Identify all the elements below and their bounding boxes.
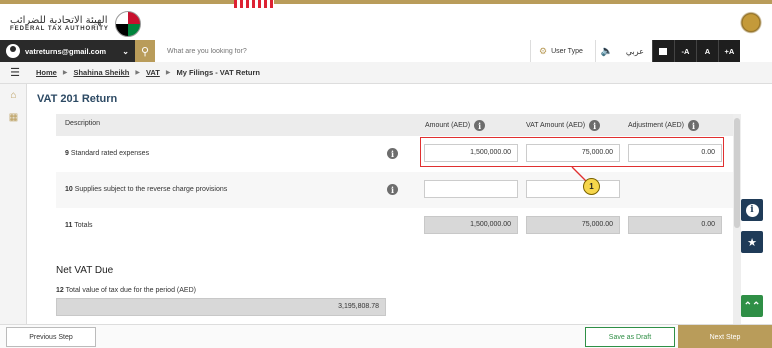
total-amount-field: 1,500,000.00 [424, 216, 518, 234]
highlight-box [420, 137, 724, 167]
double-chevron-up-icon: ⌃⌃ [743, 300, 761, 312]
save-as-draft-button[interactable]: Save as Draft [585, 327, 675, 347]
help-button[interactable]: i [741, 199, 763, 221]
logo-arabic-text: الهيئة الاتحادية للضرائب [10, 14, 108, 26]
header-adjustment: Adjustment (AED) [628, 122, 685, 129]
speaker-icon[interactable]: 🔈 [596, 40, 618, 62]
contrast-button[interactable] [651, 40, 674, 62]
info-icon[interactable]: i [589, 120, 601, 131]
table-row: 10 Supplies subject to the reverse charg… [56, 172, 734, 208]
font-normal-button[interactable]: A [695, 40, 718, 62]
user-type-selector[interactable]: ⚙ User Type [531, 40, 596, 62]
table-header: Description Amount (AED) i VAT Amount (A… [56, 114, 734, 136]
info-icon[interactable]: i [387, 184, 398, 195]
brand-bar: الهيئة الاتحادية للضرائب FEDERAL TAX AUT… [0, 0, 772, 40]
home-icon[interactable]: ⌂ [0, 84, 27, 106]
user-avatar-icon [6, 44, 20, 58]
total-adjustment-field: 0.00 [628, 216, 722, 234]
callout-marker: 1 [583, 178, 600, 195]
net-vat-title: Net VAT Due [56, 265, 114, 276]
page-title: VAT 201 Return [37, 93, 118, 105]
row-label: 10 Supplies subject to the reverse charg… [65, 186, 228, 193]
left-rail: ⌂ ▦ [0, 84, 27, 324]
chevron-down-icon: ⌄ [122, 46, 129, 56]
breadcrumb-home[interactable]: Home [36, 68, 57, 77]
info-icon: i [745, 203, 759, 217]
amount-input[interactable] [424, 180, 518, 198]
user-type-icon: ⚙ [539, 45, 548, 56]
total-vat-field: 75,000.00 [526, 216, 620, 234]
row-label: 9 Standard rated expenses [65, 150, 150, 157]
info-icon[interactable]: i [474, 120, 486, 131]
account-menu[interactable]: vatreturns@gmail.com ⌄ [0, 40, 135, 62]
breadcrumb-separator-icon: ▶ [165, 70, 171, 76]
breadcrumb-vat[interactable]: VAT [146, 68, 160, 77]
flag-decoration [234, 0, 274, 8]
info-icon[interactable]: i [688, 120, 700, 131]
table-row-totals: 11 Totals 1,500,000.00 75,000.00 0.00 [56, 208, 734, 244]
search-input[interactable] [155, 40, 530, 62]
account-email: vatreturns@gmail.com [25, 46, 107, 56]
net-vat-value: 3,195,808.78 [56, 298, 386, 316]
hamburger-menu-icon[interactable]: ☰ [0, 66, 30, 79]
next-step-button[interactable]: Next Step [678, 325, 772, 348]
favorite-button[interactable]: ★ [741, 231, 763, 253]
previous-step-button[interactable]: Previous Step [6, 327, 96, 347]
breadcrumb-current: My Filings - VAT Return [176, 68, 260, 77]
fta-emblem-icon [114, 11, 141, 37]
grid-icon[interactable]: ▦ [0, 106, 27, 128]
language-toggle[interactable]: عربي [618, 47, 652, 56]
fta-logo[interactable]: الهيئة الاتحادية للضرائب FEDERAL TAX AUT… [10, 10, 141, 38]
row-label: 11 Totals [65, 222, 93, 229]
font-decrease-button[interactable]: -A [673, 40, 696, 62]
breadcrumb-taxpayer[interactable]: Shahina Sheikh [73, 68, 129, 77]
header-vat-amount: VAT Amount (AED) [526, 122, 586, 129]
scroll-top-button[interactable]: ⌃⌃ [741, 295, 763, 317]
header-description: Description [65, 120, 101, 127]
star-icon: ★ [747, 236, 757, 249]
top-navbar: vatreturns@gmail.com ⌄ ⚲ ⚙ User Type 🔈 ع… [0, 40, 772, 62]
logo-english-text: FEDERAL TAX AUTHORITY [10, 26, 109, 33]
search-icon[interactable]: ⚲ [135, 40, 155, 62]
info-icon[interactable]: i [387, 148, 398, 159]
scrollbar-thumb[interactable] [734, 118, 740, 228]
font-increase-button[interactable]: +A [717, 40, 740, 62]
vat-return-table: Description Amount (AED) i VAT Amount (A… [56, 114, 734, 244]
net-vat-label: 12 Total value of tax due for the period… [56, 287, 196, 294]
breadcrumb-separator-icon: ▶ [62, 70, 68, 76]
user-type-label: User Type [551, 47, 583, 55]
uae-emblem-icon [740, 10, 762, 38]
contrast-icon [659, 47, 668, 55]
breadcrumb: ☰ Home ▶ Shahina Sheikh ▶ VAT ▶ My Filin… [0, 62, 772, 84]
footer-bar: Previous Step Save as Draft Next Step [0, 324, 772, 348]
breadcrumb-separator-icon: ▶ [135, 70, 140, 76]
header-amount: Amount (AED) [425, 122, 471, 129]
